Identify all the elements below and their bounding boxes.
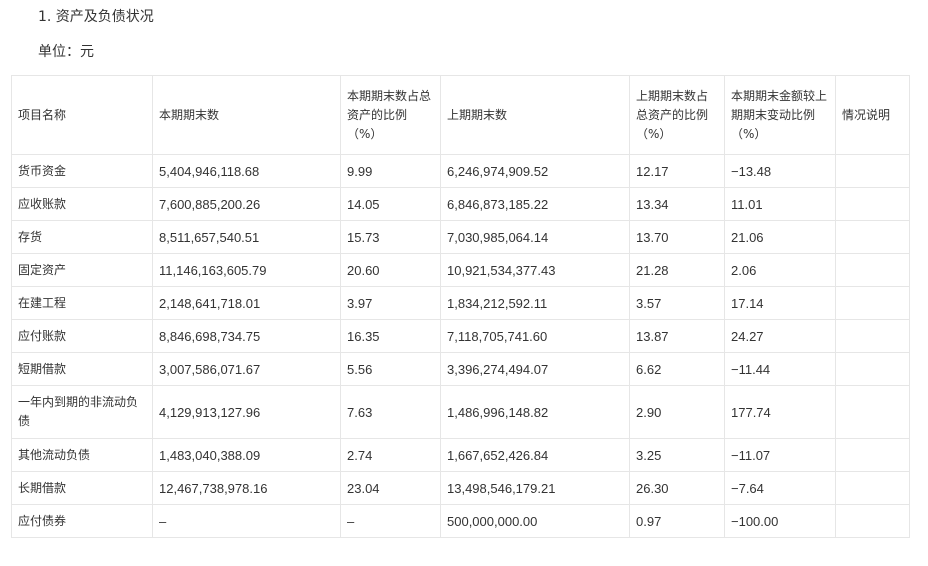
current-period-cell: 4,129,913,127.96: [152, 385, 341, 439]
current-period-cell: 1,483,040,388.09: [152, 438, 341, 472]
header-cell: 本期期末数占总资产的比例（%）: [340, 75, 441, 155]
previous-period-cell: 6,246,974,909.52: [440, 154, 630, 188]
previous-period-cell: 1,834,212,592.11: [440, 286, 630, 320]
current-ratio-cell: 3.97: [340, 286, 441, 320]
remarks-cell: [835, 286, 910, 320]
remarks-cell: [835, 504, 910, 538]
change-ratio-cell: −100.00: [724, 504, 836, 538]
current-period-cell: 12,467,738,978.16: [152, 471, 341, 505]
table-row: 应收账款 7,600,885,200.26 14.05 6,846,873,18…: [11, 187, 910, 221]
table-row: 短期借款 3,007,586,071.67 5.56 3,396,274,494…: [11, 352, 910, 386]
previous-ratio-cell: 3.57: [629, 286, 725, 320]
current-period-cell: 5,404,946,118.68: [152, 154, 341, 188]
previous-period-cell: 1,667,652,426.84: [440, 438, 630, 472]
table-row: 长期借款 12,467,738,978.16 23.04 13,498,546,…: [11, 471, 910, 505]
previous-ratio-cell: 13.70: [629, 220, 725, 254]
current-ratio-cell: 16.35: [340, 319, 441, 353]
current-ratio-cell: 23.04: [340, 471, 441, 505]
current-ratio-cell: 15.73: [340, 220, 441, 254]
item-name-cell: 短期借款: [11, 352, 153, 386]
table-row: 应付账款 8,846,698,734.75 16.35 7,118,705,74…: [11, 319, 910, 353]
previous-ratio-cell: 6.62: [629, 352, 725, 386]
change-ratio-cell: 21.06: [724, 220, 836, 254]
remarks-cell: [835, 253, 910, 287]
item-name-cell: 在建工程: [11, 286, 153, 320]
previous-period-cell: 500,000,000.00: [440, 504, 630, 538]
previous-period-cell: 10,921,534,377.43: [440, 253, 630, 287]
previous-period-cell: 3,396,274,494.07: [440, 352, 630, 386]
change-ratio-cell: −13.48: [724, 154, 836, 188]
section-title: 1. 资产及负债状况: [38, 9, 154, 25]
remarks-cell: [835, 471, 910, 505]
change-ratio-cell: −11.07: [724, 438, 836, 472]
previous-ratio-cell: 13.34: [629, 187, 725, 221]
table-row: 货币资金 5,404,946,118.68 9.99 6,246,974,909…: [11, 154, 910, 188]
previous-ratio-cell: 3.25: [629, 438, 725, 472]
item-name-cell: 长期借款: [11, 471, 153, 505]
change-ratio-cell: 24.27: [724, 319, 836, 353]
table-row: 应付债券 – – 500,000,000.00 0.97 −100.00: [11, 504, 910, 538]
current-period-cell: 3,007,586,071.67: [152, 352, 341, 386]
previous-ratio-cell: 21.28: [629, 253, 725, 287]
previous-ratio-cell: 12.17: [629, 154, 725, 188]
previous-period-cell: 13,498,546,179.21: [440, 471, 630, 505]
item-name-cell: 固定资产: [11, 253, 153, 287]
current-ratio-cell: 14.05: [340, 187, 441, 221]
previous-ratio-cell: 0.97: [629, 504, 725, 538]
previous-period-cell: 6,846,873,185.22: [440, 187, 630, 221]
header-cell: 项目名称: [11, 75, 153, 155]
item-name-cell: 一年内到期的非流动负债: [11, 385, 153, 439]
header-cell: 情况说明: [835, 75, 910, 155]
current-period-cell: 11,146,163,605.79: [152, 253, 341, 287]
header-cell: 上期期末数: [440, 75, 630, 155]
previous-ratio-cell: 13.87: [629, 319, 725, 353]
remarks-cell: [835, 352, 910, 386]
change-ratio-cell: 11.01: [724, 187, 836, 221]
item-name-cell: 应付账款: [11, 319, 153, 353]
previous-period-cell: 1,486,996,148.82: [440, 385, 630, 439]
current-ratio-cell: 5.56: [340, 352, 441, 386]
current-ratio-cell: 20.60: [340, 253, 441, 287]
balance-table: 项目名称 本期期末数 本期期末数占总资产的比例（%） 上期期末数 上期期末数占总…: [11, 75, 910, 538]
header-cell: 本期期末数: [152, 75, 341, 155]
current-period-cell: 2,148,641,718.01: [152, 286, 341, 320]
current-ratio-cell: 7.63: [340, 385, 441, 439]
current-ratio-cell: 2.74: [340, 438, 441, 472]
item-name-cell: 应付债券: [11, 504, 153, 538]
change-ratio-cell: 2.06: [724, 253, 836, 287]
table-row: 在建工程 2,148,641,718.01 3.97 1,834,212,592…: [11, 286, 910, 320]
table-row: 其他流动负债 1,483,040,388.09 2.74 1,667,652,4…: [11, 438, 910, 472]
table-row: 一年内到期的非流动负债 4,129,913,127.96 7.63 1,486,…: [11, 385, 910, 439]
current-period-cell: 8,511,657,540.51: [152, 220, 341, 254]
change-ratio-cell: 17.14: [724, 286, 836, 320]
change-ratio-cell: −11.44: [724, 352, 836, 386]
remarks-cell: [835, 438, 910, 472]
previous-period-cell: 7,118,705,741.60: [440, 319, 630, 353]
change-ratio-cell: −7.64: [724, 471, 836, 505]
item-name-cell: 存货: [11, 220, 153, 254]
remarks-cell: [835, 154, 910, 188]
current-period-cell: –: [152, 504, 341, 538]
current-ratio-cell: –: [340, 504, 441, 538]
remarks-cell: [835, 319, 910, 353]
change-ratio-cell: 177.74: [724, 385, 836, 439]
header-cell: 上期期末数占总资产的比例（%）: [629, 75, 725, 155]
previous-ratio-cell: 26.30: [629, 471, 725, 505]
current-period-cell: 8,846,698,734.75: [152, 319, 341, 353]
current-period-cell: 7,600,885,200.26: [152, 187, 341, 221]
previous-period-cell: 7,030,985,064.14: [440, 220, 630, 254]
previous-ratio-cell: 2.90: [629, 385, 725, 439]
current-ratio-cell: 9.99: [340, 154, 441, 188]
table-row: 存货 8,511,657,540.51 15.73 7,030,985,064.…: [11, 220, 910, 254]
item-name-cell: 货币资金: [11, 154, 153, 188]
table-row: 固定资产 11,146,163,605.79 20.60 10,921,534,…: [11, 253, 910, 287]
table-header-row: 项目名称 本期期末数 本期期末数占总资产的比例（%） 上期期末数 上期期末数占总…: [11, 75, 910, 155]
unit-label: 单位：元: [38, 44, 94, 60]
remarks-cell: [835, 187, 910, 221]
remarks-cell: [835, 385, 910, 439]
remarks-cell: [835, 220, 910, 254]
item-name-cell: 应收账款: [11, 187, 153, 221]
header-cell: 本期期末金额较上期期末变动比例（%）: [724, 75, 836, 155]
item-name-cell: 其他流动负债: [11, 438, 153, 472]
